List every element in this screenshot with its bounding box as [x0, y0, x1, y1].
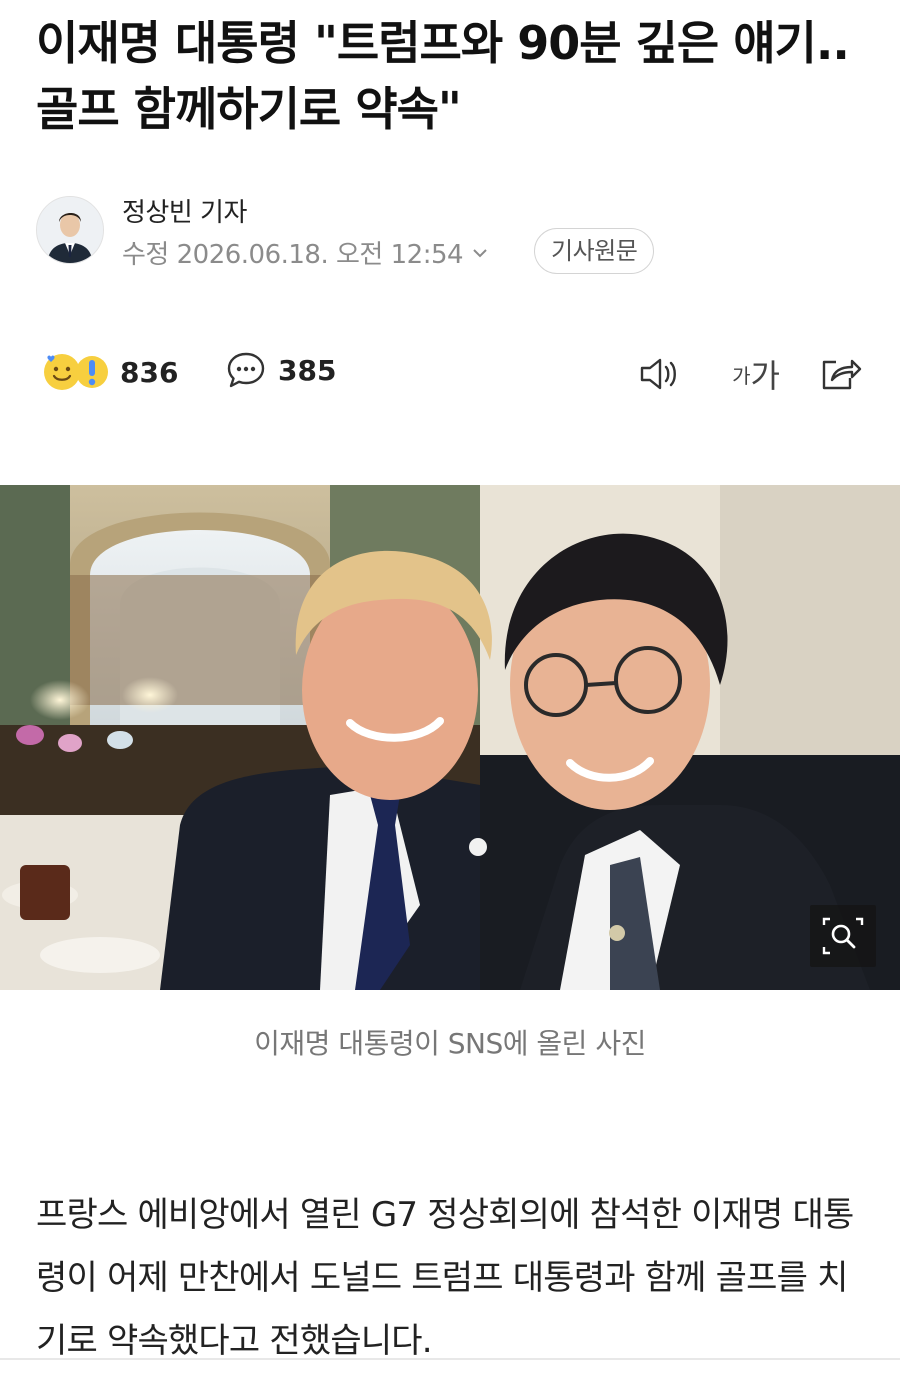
photo-caption: 이재명 대통령이 SNS에 올린 사진 [254, 1027, 646, 1060]
reaction-button[interactable]: 836 [40, 350, 178, 394]
publish-date[interactable]: 수정 2026.06.18. 오전 12:54 [122, 234, 491, 271]
audio-button[interactable] [636, 352, 684, 396]
comment-button[interactable]: 385 [226, 350, 336, 390]
article-action-bar: 836 385 가가 [36, 340, 866, 404]
reporter-avatar[interactable] [36, 196, 104, 264]
reporter-name[interactable]: 정상빈 기자 [122, 192, 247, 229]
zoom-search-icon [822, 917, 864, 955]
photo-zoom-button[interactable] [810, 905, 876, 967]
font-size-button[interactable]: 가가 [726, 352, 786, 396]
chevron-down-icon [473, 248, 487, 257]
reaction-count: 836 [120, 355, 179, 389]
font-size-small-label: 가 [732, 363, 751, 388]
original-article-button[interactable]: 기사원문 [534, 228, 655, 274]
byline: 정상빈 기자 수정 2026.06.18. 오전 12:54 기사원문 [36, 190, 876, 280]
comment-bubble-icon [227, 352, 265, 388]
article-headline: 이재명 대통령 "트럼프와 90분 깊은 얘기..골프 함께하기로 약속" [36, 16, 850, 136]
comment-count: 385 [278, 353, 337, 387]
share-button[interactable] [816, 352, 864, 396]
article-photo[interactable] [0, 485, 900, 990]
article-body-paragraph: 프랑스 에비앙에서 열린 G7 정상회의에 참석한 이재명 대통령이 어제 만찬… [36, 1195, 854, 1361]
date-text: 수정 2026.06.18. 오전 12:54 [122, 240, 464, 270]
share-icon [822, 359, 862, 390]
font-size-large-label: 가 [750, 357, 780, 395]
divider [0, 1358, 900, 1360]
dinner-selfie-photo [0, 485, 900, 990]
smile-emoji-icon [44, 354, 108, 390]
speaker-icon [640, 358, 676, 390]
